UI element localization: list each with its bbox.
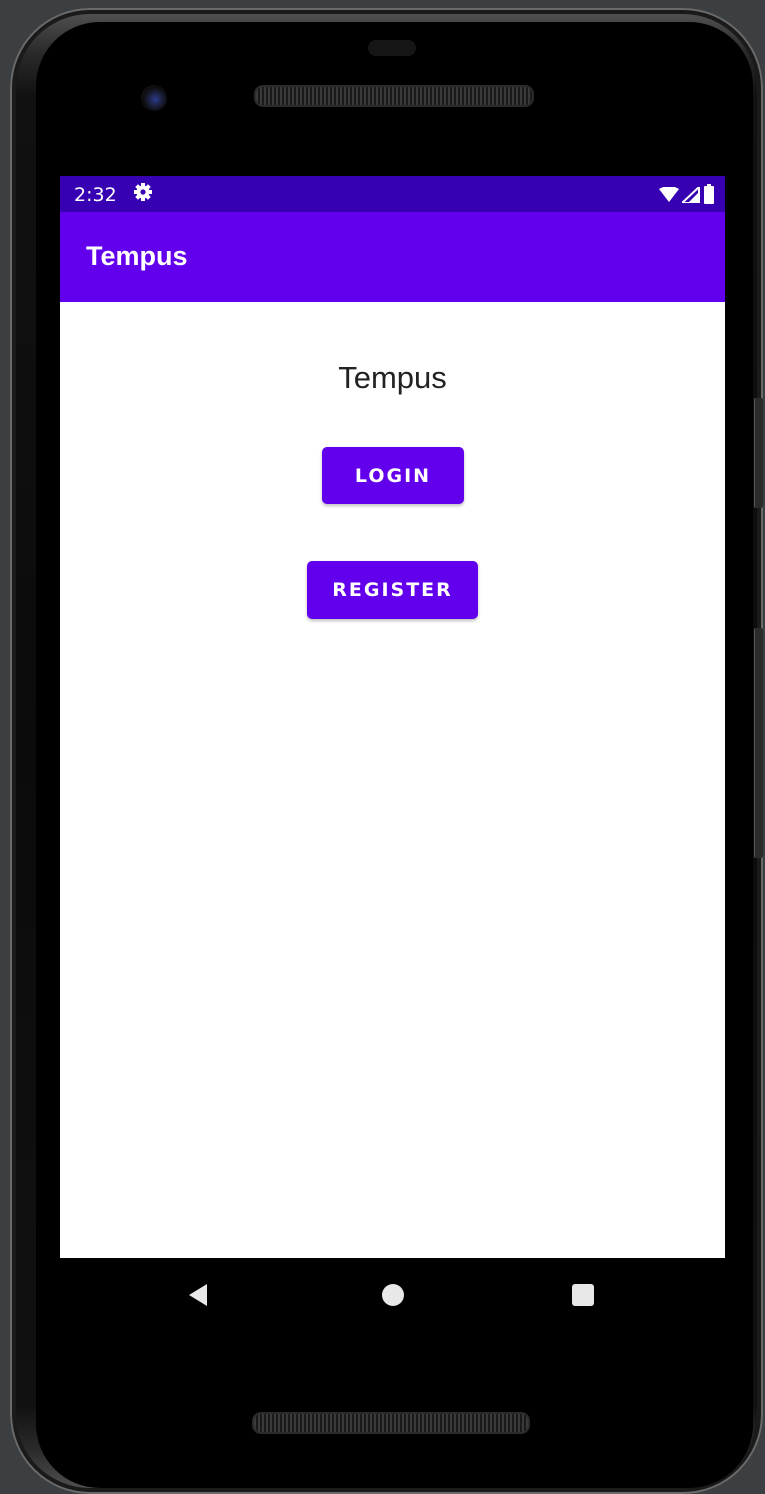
- status-time: 2:32: [74, 184, 117, 206]
- cell-signal-icon: [679, 184, 700, 208]
- status-icons: [659, 184, 715, 209]
- register-button[interactable]: REGISTER: [307, 561, 478, 619]
- earpiece-speaker: [254, 85, 534, 107]
- status-bar: 2:32: [60, 176, 725, 212]
- app-bar-title: Tempus: [86, 241, 188, 271]
- screen: 2:32 Tempus Tempus LOGIN REGISTER: [60, 176, 725, 1258]
- bottom-speaker: [252, 1412, 530, 1434]
- gear-icon: [133, 182, 153, 207]
- volume-button: [754, 628, 763, 858]
- proximity-sensor: [368, 40, 416, 56]
- back-triangle-icon[interactable]: [184, 1280, 214, 1310]
- navigation-bar: [60, 1258, 725, 1334]
- power-button: [754, 398, 763, 508]
- recents-square-icon[interactable]: [568, 1280, 598, 1310]
- login-button[interactable]: LOGIN: [322, 447, 464, 504]
- page-title: Tempus: [338, 360, 447, 395]
- battery-icon: [703, 184, 715, 209]
- front-camera-icon: [141, 85, 167, 111]
- home-circle-icon[interactable]: [378, 1280, 408, 1310]
- app-bar: Tempus: [60, 212, 725, 302]
- wifi-icon: [659, 185, 679, 208]
